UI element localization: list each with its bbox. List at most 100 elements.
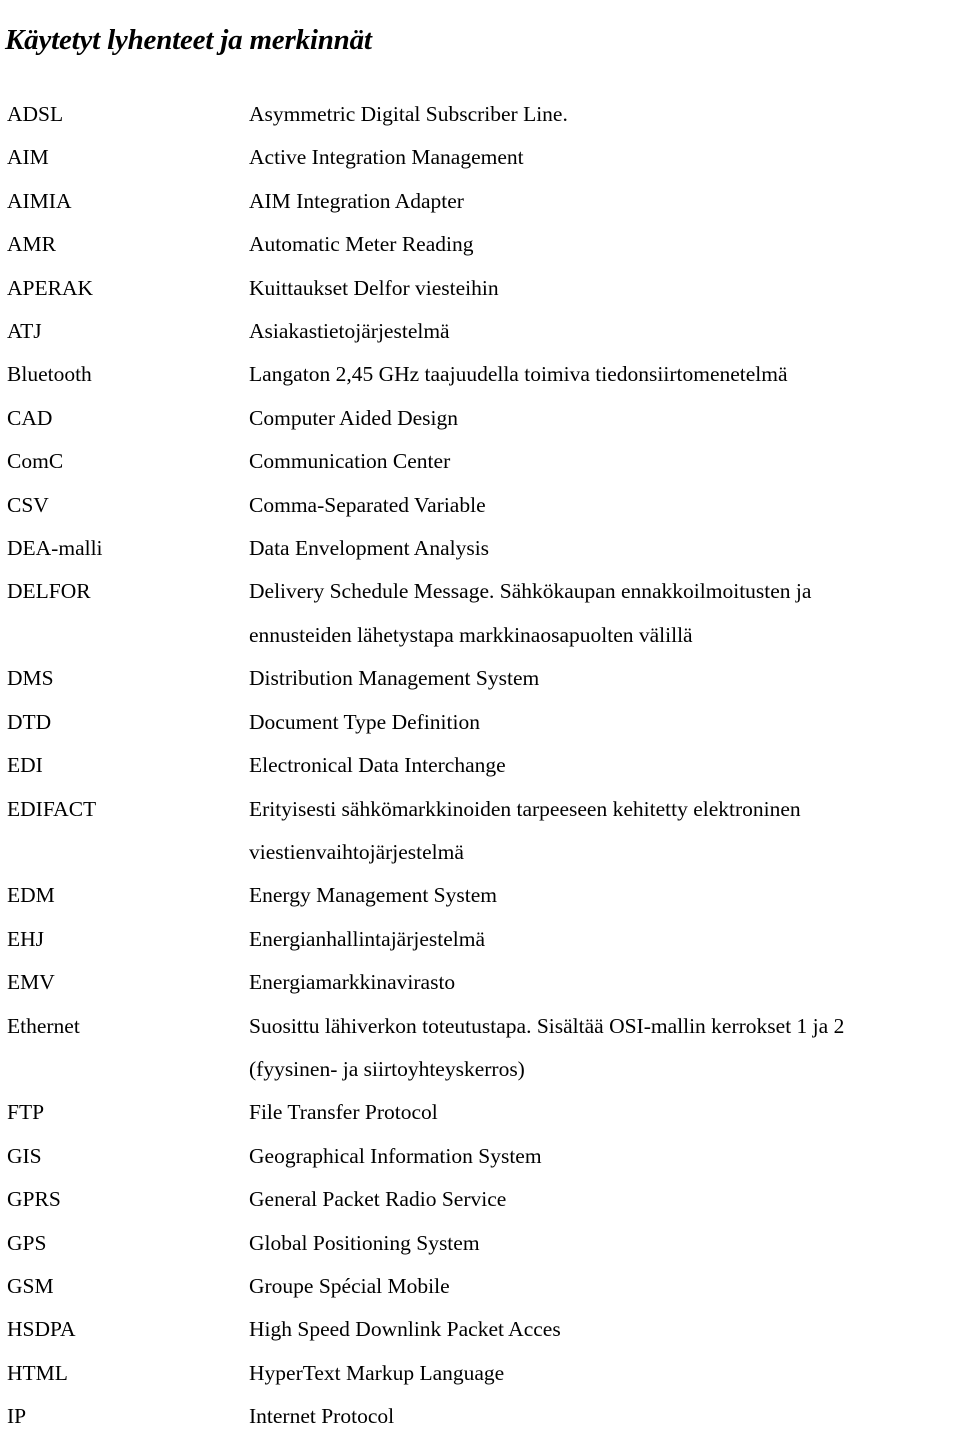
- glossary-entry: DELFOR Delivery Schedule Message. Sähköka…: [0, 570, 960, 657]
- abbreviation-definition: Asiakastietojärjestelmä: [249, 310, 960, 353]
- glossary-entry: GPRS General Packet Radio Service: [0, 1178, 960, 1221]
- abbreviation-definition: Geographical Information System: [249, 1135, 960, 1178]
- glossary-entry: EDM Energy Management System: [0, 874, 960, 917]
- abbreviation-term: EDIFACT: [7, 796, 97, 821]
- abbreviation-term: Ethernet: [7, 1013, 80, 1038]
- glossary-entry: DTD Document Type Definition: [0, 701, 960, 744]
- abbreviation-term: EHJ: [7, 926, 45, 951]
- definition-line: Energiamarkkinavirasto: [249, 970, 456, 995]
- glossary-entry: GIS Geographical Information System: [0, 1135, 960, 1178]
- definition-line: Data Envelopment Analysis: [249, 536, 490, 561]
- definition-line: Document Type Definition: [249, 709, 480, 734]
- glossary-entry: IP Internet Protocol: [0, 1395, 960, 1438]
- glossary-entry: AIMIA AIM Integration Adapter: [0, 180, 960, 223]
- abbreviation-term: ADSL: [7, 102, 64, 126]
- abbreviation-term: ComC: [7, 449, 64, 474]
- definition-line: Distribution Management System: [249, 666, 540, 691]
- definition-line: General Packet Radio Service: [249, 1187, 507, 1212]
- definition-line: Active Integration Management: [249, 145, 524, 170]
- glossary-entry: AMR Automatic Meter Reading: [0, 223, 960, 266]
- glossary-entry: Bluetooth Langaton 2,45 GHz taajuudella t…: [0, 353, 960, 396]
- glossary-entry: DMS Distribution Management System: [0, 657, 960, 700]
- definition-line: (fyysinen- ja siirtoyhteyskerros): [249, 1056, 525, 1081]
- glossary-entry: DEA-malli Data Envelopment Analysis: [0, 527, 960, 570]
- abbreviation-term: EDI: [7, 753, 43, 778]
- glossary-entry: EDIFACT Erityisesti sähkömarkkinoiden tar…: [0, 788, 960, 875]
- document-page: Käytetyt lyhenteet ja merkinnät ADSL Asym…: [0, 0, 960, 1430]
- abbreviation-definition: AIM Integration Adapter: [249, 180, 960, 223]
- abbreviation-term: DMS: [7, 666, 54, 691]
- abbreviation-definition: General Packet Radio Service: [249, 1178, 960, 1221]
- definition-line: ennusteiden lähetystapa markkinaosapuolt…: [249, 622, 693, 647]
- abbreviation-term: EDM: [7, 883, 55, 908]
- abbreviation-definition: Document Type Definition: [249, 701, 960, 744]
- page-title: Käytetyt lyhenteet ja merkinnät: [5, 24, 372, 57]
- glossary-entry: Ethernet Suosittu lähiverkon toteutustapa…: [0, 1005, 960, 1092]
- abbreviation-term: DTD: [7, 709, 52, 734]
- abbreviation-term: AMR: [7, 232, 56, 257]
- abbreviation-definition: Communication Center: [249, 440, 960, 483]
- definition-line: Geographical Information System: [249, 1143, 542, 1168]
- definition-line: Suosittu lähiverkon toteutustapa. Sisält…: [249, 1013, 845, 1038]
- abbreviation-term: HTML: [7, 1360, 68, 1385]
- glossary-entry: ADSL Asymmetric Digital Subscriber Line.: [0, 93, 960, 136]
- definition-line: Groupe Spécial Mobile: [249, 1273, 450, 1298]
- abbreviation-term: APERAK: [7, 275, 94, 300]
- abbreviation-definition: Langaton 2,45 GHz taajuudella toimiva ti…: [249, 353, 960, 396]
- definition-line: Langaton 2,45 GHz taajuudella toimiva ti…: [249, 362, 788, 387]
- definition-line: Internet Protocol: [249, 1404, 395, 1429]
- abbreviation-definition: Data Envelopment Analysis: [249, 527, 960, 570]
- definition-line: Comma-Separated Variable: [249, 492, 486, 517]
- glossary-entry: HTML HyperText Markup Language: [0, 1352, 960, 1395]
- abbreviation-term: GPS: [7, 1230, 47, 1255]
- abbreviation-term: DELFOR: [7, 579, 91, 604]
- abbreviation-term: ATJ: [7, 319, 42, 344]
- glossary-entry: EDI Electronical Data Interchange: [0, 744, 960, 787]
- definition-line: Global Positioning System: [249, 1230, 480, 1255]
- abbreviation-definition: Energy Management System: [249, 874, 960, 917]
- abbreviation-definition: HyperText Markup Language: [249, 1352, 960, 1395]
- abbreviation-term: HSDPA: [7, 1317, 76, 1342]
- definition-line: Electronical Data Interchange: [249, 753, 506, 778]
- abbreviation-definition: Delivery Schedule Message. Sähkökaupan e…: [249, 570, 960, 657]
- glossary-entry: GSM Groupe Spécial Mobile: [0, 1265, 960, 1308]
- definition-line: HyperText Markup Language: [249, 1360, 505, 1385]
- glossary-entry: AIM Active Integration Management: [0, 136, 960, 179]
- abbreviation-definition: Energiamarkkinavirasto: [249, 961, 960, 1004]
- abbreviation-term: AIM: [7, 145, 49, 170]
- definition-line: Communication Center: [249, 449, 451, 474]
- abbreviation-term: EMV: [7, 970, 55, 995]
- abbreviation-definition: High Speed Downlink Packet Acces: [249, 1308, 960, 1351]
- glossary-entry: CAD Computer Aided Design: [0, 397, 960, 440]
- glossary-entry: APERAK Kuittaukset Delfor viesteihin: [0, 267, 960, 310]
- definition-line: Delivery Schedule Message. Sähkökaupan e…: [249, 579, 812, 604]
- definition-line: Energianhallintajärjestelmä: [249, 926, 486, 951]
- abbreviation-definition: Groupe Spécial Mobile: [249, 1265, 960, 1308]
- abbreviation-term: DEA-malli: [7, 536, 103, 561]
- definition-line: Energy Management System: [249, 883, 497, 908]
- abbreviation-term: GPRS: [7, 1187, 61, 1212]
- abbreviation-term: GIS: [7, 1143, 42, 1168]
- definition-line: Computer Aided Design: [249, 405, 459, 430]
- abbreviation-definition: Global Positioning System: [249, 1222, 960, 1265]
- glossary-entry: EMV Energiamarkkinavirasto: [0, 961, 960, 1004]
- glossary-entry: ATJ Asiakastietojärjestelmä: [0, 310, 960, 353]
- abbreviation-term: CSV: [7, 492, 49, 517]
- abbreviation-definition: Distribution Management System: [249, 657, 960, 700]
- abbreviation-term: IP: [7, 1404, 27, 1429]
- definition-line: High Speed Downlink Packet Acces: [249, 1317, 561, 1342]
- abbreviation-definition: Erityisesti sähkömarkkinoiden tarpeeseen…: [249, 788, 960, 875]
- abbreviation-term: GSM: [7, 1273, 54, 1298]
- glossary-entry: FTP File Transfer Protocol: [0, 1091, 960, 1134]
- definition-line: Automatic Meter Reading: [249, 232, 474, 257]
- glossary-entry: EHJ Energianhallintajärjestelmä: [0, 918, 960, 961]
- abbreviation-definition: Asymmetric Digital Subscriber Line.: [249, 93, 960, 136]
- glossary-entry: HSDPA High Speed Downlink Packet Acces: [0, 1308, 960, 1351]
- abbreviation-term: FTP: [7, 1100, 45, 1125]
- abbreviation-definition: Active Integration Management: [249, 136, 960, 179]
- glossary-entry: CSV Comma-Separated Variable: [0, 484, 960, 527]
- abbreviation-definition: Suosittu lähiverkon toteutustapa. Sisält…: [249, 1005, 960, 1092]
- abbreviation-definition: Energianhallintajärjestelmä: [249, 918, 960, 961]
- abbreviation-definition: File Transfer Protocol: [249, 1091, 960, 1134]
- abbreviation-definition: Automatic Meter Reading: [249, 223, 960, 266]
